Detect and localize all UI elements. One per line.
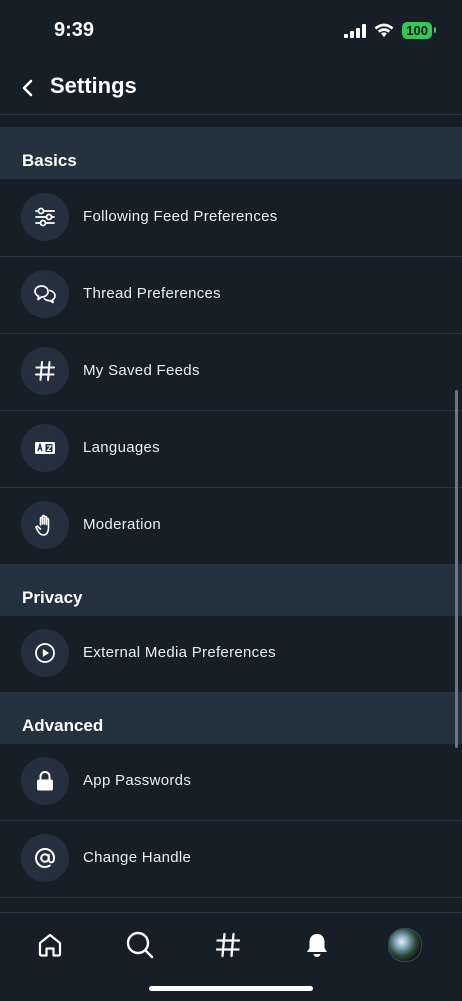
- back-button[interactable]: [14, 72, 40, 104]
- tab-search[interactable]: [122, 927, 158, 963]
- section-header-basics: Basics: [0, 127, 462, 179]
- home-indicator: [149, 986, 313, 991]
- profile-avatar: [388, 928, 422, 962]
- section-title-advanced: Advanced: [22, 716, 104, 735]
- hand-icon: [21, 501, 69, 549]
- home-icon: [38, 933, 62, 957]
- cellular-signal-icon: [344, 23, 367, 38]
- following-feed-preferences-row[interactable]: Following Feed Preferences: [0, 179, 462, 257]
- moderation-row[interactable]: Moderation: [0, 487, 462, 565]
- change-handle-row[interactable]: Change Handle: [0, 820, 462, 898]
- app-passwords-row[interactable]: App Passwords: [0, 743, 462, 821]
- status-time: 9:39: [54, 19, 95, 41]
- tab-home[interactable]: [32, 927, 68, 963]
- search-icon: [126, 931, 154, 959]
- row-label: Following Feed Preferences: [83, 208, 278, 225]
- my-saved-feeds-row[interactable]: My Saved Feeds: [0, 333, 462, 411]
- settings-header: Settings: [0, 62, 462, 115]
- section-header-privacy: Privacy: [0, 564, 462, 616]
- section-title-privacy: Privacy: [22, 588, 83, 607]
- play-circle-icon: [21, 629, 69, 677]
- row-label: Moderation: [83, 516, 162, 533]
- thread-preferences-row[interactable]: Thread Preferences: [0, 256, 462, 334]
- feeds-hashtag-icon: [215, 932, 241, 958]
- tab-profile[interactable]: [387, 927, 423, 963]
- status-indicators: 100: [344, 22, 436, 39]
- lock-icon: [21, 757, 69, 805]
- row-label: Thread Preferences: [83, 285, 221, 302]
- sliders-icon: [21, 193, 69, 241]
- notifications-bell-icon: [307, 934, 327, 957]
- battery-indicator: 100: [402, 22, 436, 39]
- language-icon: [21, 424, 69, 472]
- status-bar: 9:39 100: [0, 0, 462, 62]
- section-header-advanced: Advanced: [0, 692, 462, 744]
- chevron-left-icon: [22, 79, 33, 97]
- row-label: My Saved Feeds: [83, 362, 200, 379]
- row-label: Change Handle: [83, 849, 192, 866]
- external-media-preferences-row[interactable]: External Media Preferences: [0, 615, 462, 693]
- tab-feeds[interactable]: [210, 927, 246, 963]
- at-sign-icon: [21, 834, 69, 882]
- wifi-icon: [374, 23, 394, 37]
- row-label: External Media Preferences: [83, 644, 276, 661]
- section-title-basics: Basics: [22, 151, 77, 170]
- scrollbar[interactable]: [455, 390, 458, 748]
- hashtag-icon: [21, 347, 69, 395]
- page-title: Settings: [50, 73, 137, 98]
- settings-list[interactable]: Basics Following Feed Preferences Thread…: [0, 115, 462, 912]
- row-label: App Passwords: [83, 772, 192, 789]
- tab-notifications[interactable]: [299, 927, 335, 963]
- chat-bubbles-icon: [21, 270, 69, 318]
- languages-row[interactable]: Languages: [0, 410, 462, 488]
- row-label: Languages: [83, 439, 160, 456]
